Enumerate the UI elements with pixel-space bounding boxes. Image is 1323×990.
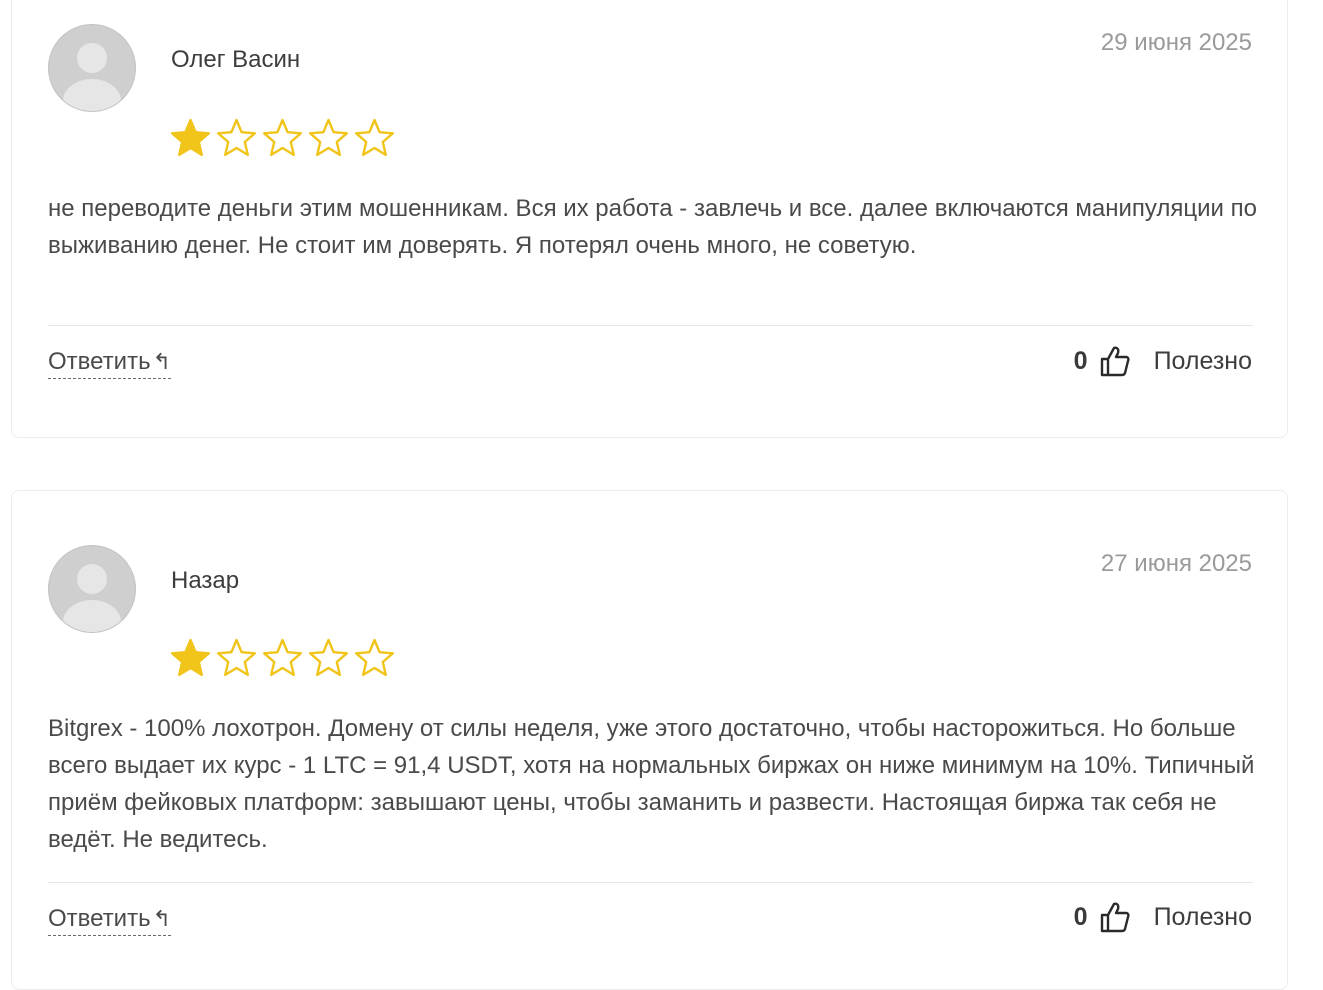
like-count: 0: [1073, 902, 1088, 931]
review-date: 27 июня 2025: [1100, 550, 1252, 577]
star-empty-icon: [355, 118, 394, 157]
reply-arrow-icon: ↰: [152, 906, 172, 931]
review-author: Назар: [171, 567, 240, 594]
star-empty-icon: [355, 638, 394, 677]
star-filled-icon: [171, 118, 210, 157]
star-empty-icon: [309, 118, 348, 157]
useful-label[interactable]: Полезно: [1154, 903, 1252, 932]
review-card: Олег Васин 29 июня 2025 не переводите де…: [11, 0, 1288, 438]
reply-button[interactable]: Ответить↰: [48, 348, 172, 379]
star-empty-icon: [309, 638, 348, 677]
divider: [48, 325, 1253, 326]
reply-arrow-icon: ↰: [152, 349, 172, 374]
thumbs-up-icon[interactable]: [1100, 901, 1130, 933]
rating-stars: [169, 117, 396, 159]
thumbs-up-icon[interactable]: [1100, 345, 1130, 377]
rating-stars: [169, 637, 396, 679]
star-empty-icon: [263, 118, 302, 157]
reply-label: Ответить: [48, 348, 151, 375]
star-filled-icon: [171, 638, 210, 677]
review-text: Bitgrex - 100% лохотрон. Домену от силы …: [48, 715, 1255, 853]
reply-button[interactable]: Ответить↰: [48, 905, 172, 936]
user-avatar-icon: [48, 545, 136, 633]
reply-label: Ответить: [48, 905, 151, 932]
review-author: Олег Васин: [171, 46, 301, 73]
review-card: Назар 27 июня 2025 Bitgrex - 100% лохотр…: [11, 490, 1288, 990]
star-empty-icon: [263, 638, 302, 677]
review-date: 29 июня 2025: [1100, 29, 1252, 56]
star-empty-icon: [217, 118, 256, 157]
review-text: не переводите деньги этим мошенникам. Вс…: [48, 195, 1257, 259]
useful-block: 0 Полезно: [1074, 345, 1252, 377]
user-avatar-icon: [48, 24, 136, 112]
divider: [48, 882, 1253, 883]
like-count: 0: [1073, 346, 1088, 375]
useful-block: 0 Полезно: [1074, 901, 1252, 933]
star-empty-icon: [217, 638, 256, 677]
useful-label[interactable]: Полезно: [1154, 347, 1252, 376]
